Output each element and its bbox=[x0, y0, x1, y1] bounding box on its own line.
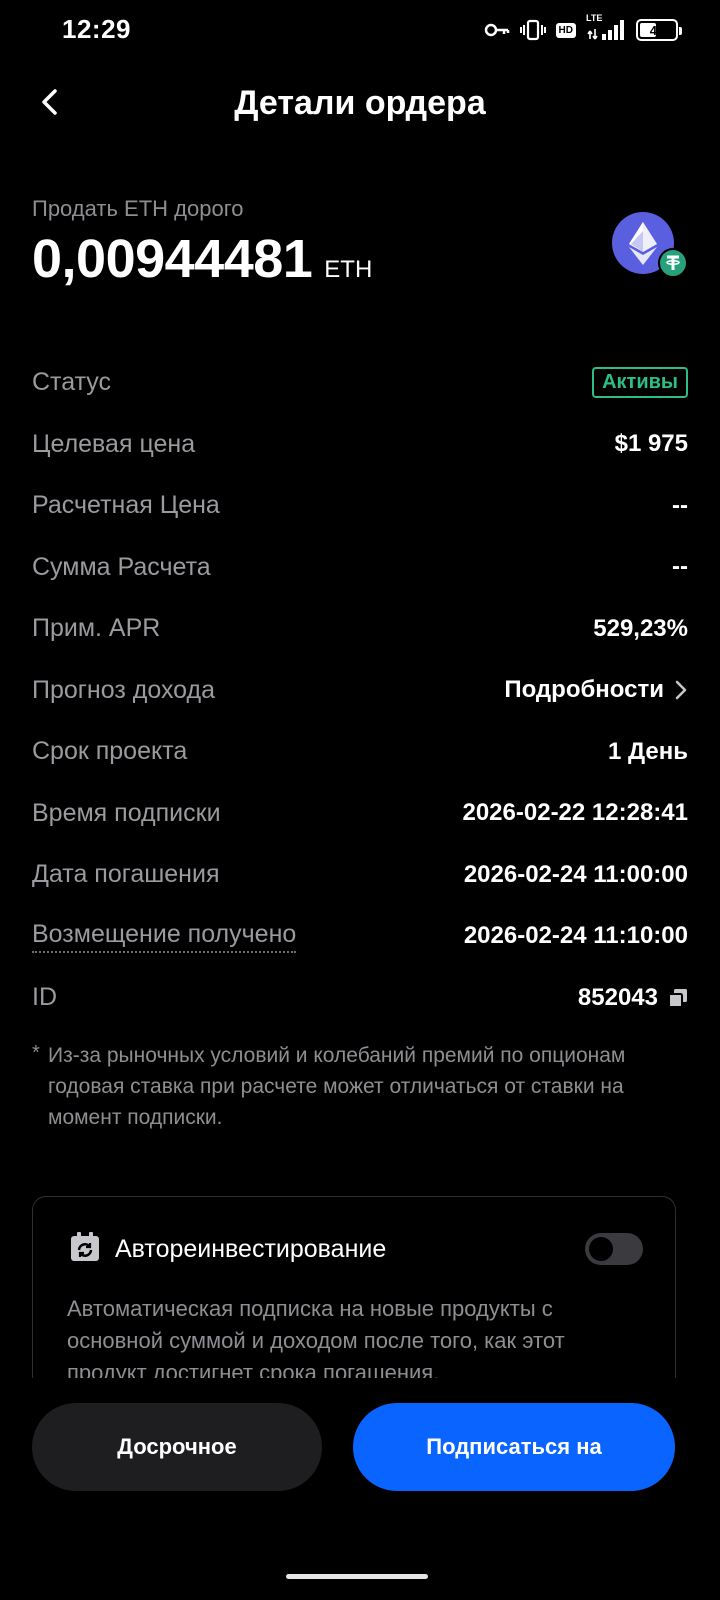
id-value-group: 852043 bbox=[578, 984, 688, 1012]
detail-row-id: ID 852043 bbox=[32, 967, 688, 1029]
settlement-amount-label: Сумма Расчета bbox=[32, 552, 211, 581]
income-forecast-link[interactable]: Подробности bbox=[504, 676, 688, 704]
settlement-price-label: Расчетная Цена bbox=[32, 491, 220, 520]
amount-unit: ETH bbox=[324, 256, 373, 283]
apr-value: 529,23% bbox=[593, 614, 688, 642]
status-label: Статус bbox=[32, 368, 112, 397]
order-label: Продать ETH дорого bbox=[32, 196, 244, 221]
detail-row-maturity-date: Дата погашения 2026-02-24 11:00:00 bbox=[32, 844, 688, 906]
coin-pair-icon bbox=[612, 212, 692, 282]
status-icons: HD LTE 46 bbox=[484, 13, 682, 44]
status-badge: Активы bbox=[592, 367, 688, 399]
subscription-time-value: 2026-02-22 12:28:41 bbox=[462, 799, 688, 827]
amount-value: 0,00944481 bbox=[32, 229, 313, 289]
battery-level: 46 bbox=[649, 22, 665, 38]
detail-row-income-forecast[interactable]: Прогноз дохода Подробности bbox=[32, 660, 688, 722]
toggle-knob bbox=[589, 1237, 613, 1261]
key-icon bbox=[484, 22, 510, 38]
income-forecast-value[interactable]: Подробности bbox=[504, 676, 664, 704]
usdt-icon bbox=[658, 248, 688, 278]
status-time: 12:29 bbox=[62, 14, 131, 44]
auto-reinvest-header: Автореинвестирование bbox=[69, 1231, 386, 1268]
apr-disclaimer: * Из-за рыночных условий и колебаний пре… bbox=[32, 1040, 632, 1133]
refund-received-value: 2026-02-24 11:10:00 bbox=[463, 922, 688, 950]
network-type-label: LTE bbox=[586, 13, 603, 23]
detail-row-refund-received: Возмещение получено 2026-02-24 11:10:00 bbox=[32, 906, 688, 968]
lte-signal-icon: LTE bbox=[586, 13, 626, 41]
target-price-label: Целевая цена bbox=[32, 429, 196, 458]
id-label: ID bbox=[32, 983, 57, 1012]
bottom-action-bar: Досрочное Подписаться на bbox=[0, 1378, 720, 1600]
subscription-time-label: Время подписки bbox=[32, 798, 221, 827]
status-bar: 12:29 HD LTE 46 bbox=[0, 0, 720, 60]
header: Детали ордера bbox=[0, 70, 720, 140]
calendar-refresh-icon bbox=[69, 1231, 101, 1268]
income-forecast-label: Прогноз дохода bbox=[32, 675, 216, 704]
early-redeem-button[interactable]: Досрочное bbox=[32, 1403, 322, 1491]
detail-row-term: Срок проекта 1 День bbox=[32, 721, 688, 783]
term-label: Срок проекта bbox=[32, 737, 188, 766]
vibrate-icon bbox=[519, 19, 546, 41]
chevron-right-icon[interactable] bbox=[674, 679, 688, 701]
target-price-value: $1 975 bbox=[614, 430, 688, 458]
detail-row-subscription-time: Время подписки 2026-02-22 12:28:41 bbox=[32, 783, 688, 845]
auto-reinvest-toggle[interactable] bbox=[585, 1233, 643, 1265]
maturity-date-value: 2026-02-24 11:00:00 bbox=[463, 860, 688, 888]
term-value: 1 День bbox=[607, 737, 688, 765]
detail-row-status: Статус Активы bbox=[32, 352, 688, 414]
refund-received-label[interactable]: Возмещение получено bbox=[32, 920, 297, 953]
page-title: Детали ордера bbox=[234, 84, 486, 122]
auto-reinvest-description: Автоматическая подписка на новые продукт… bbox=[67, 1296, 565, 1385]
maturity-date-label: Дата погашения bbox=[32, 860, 220, 889]
order-details: Статус Активы Целевая цена $1 975 Расчет… bbox=[32, 352, 688, 1029]
detail-row-settlement-amount: Сумма Расчета -- bbox=[32, 537, 688, 599]
detail-row-settlement-price: Расчетная Цена -- bbox=[32, 475, 688, 537]
copy-icon[interactable] bbox=[668, 988, 688, 1008]
note-text: Из-за рыночных условий и колебаний преми… bbox=[48, 1044, 626, 1129]
settlement-amount-value: -- bbox=[672, 553, 688, 581]
battery-icon: 46 bbox=[636, 19, 682, 41]
note-asterisk: * bbox=[32, 1042, 40, 1064]
apr-label: Прим. APR bbox=[32, 614, 161, 643]
auto-reinvest-title: Автореинвестирование bbox=[115, 1235, 387, 1263]
id-value: 852043 bbox=[577, 983, 658, 1011]
subscribe-button[interactable]: Подписаться на bbox=[353, 1403, 675, 1491]
hd-badge: HD bbox=[555, 22, 576, 38]
detail-row-target-price: Целевая цена $1 975 bbox=[32, 414, 688, 476]
settlement-price-value: -- bbox=[672, 491, 688, 519]
order-amount: 0,00944481 ETH bbox=[32, 228, 372, 290]
detail-row-apr: Прим. APR 529,23% bbox=[32, 598, 688, 660]
home-indicator[interactable] bbox=[286, 1574, 428, 1579]
